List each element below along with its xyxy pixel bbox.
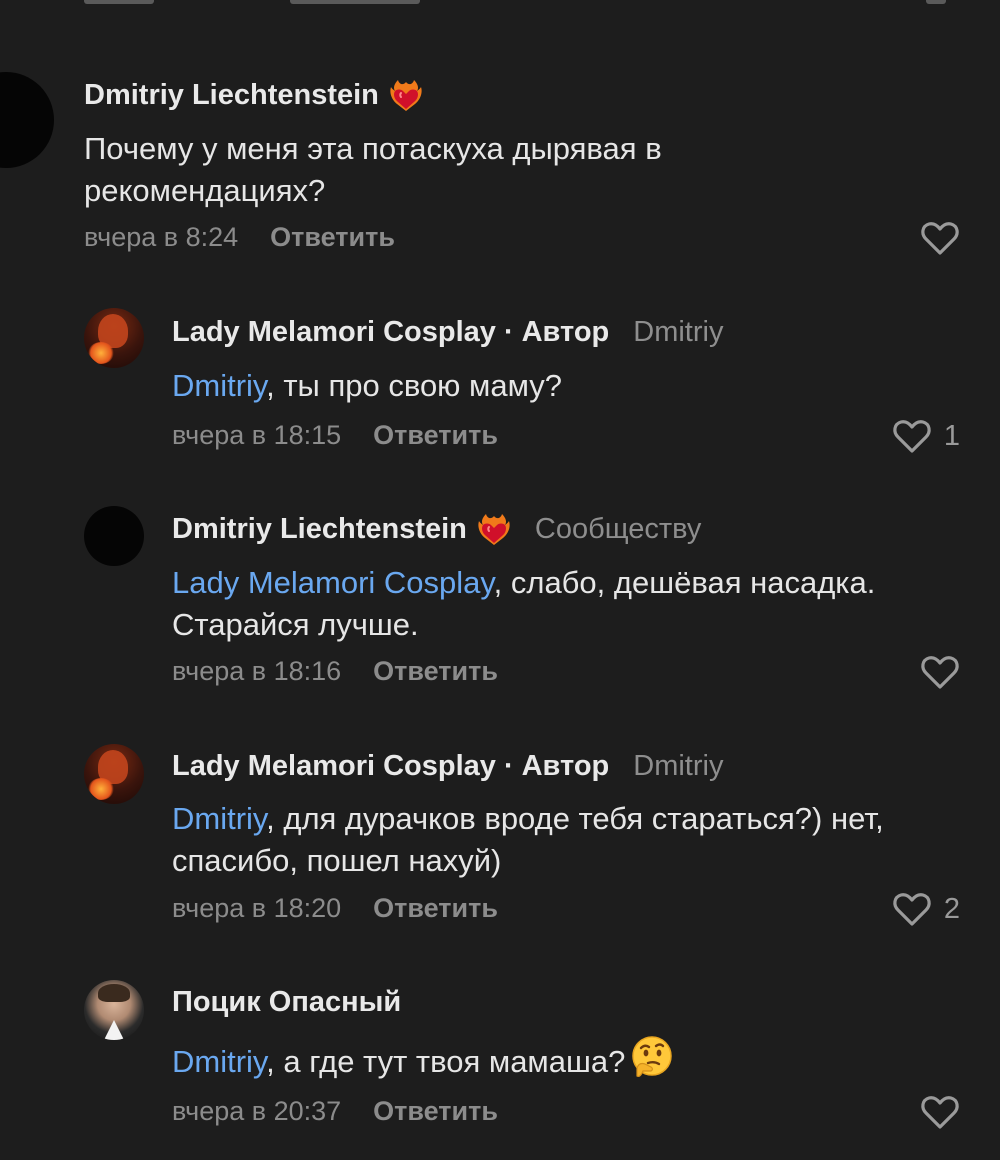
author-name[interactable]: Dmitriy Liechtenstein: [84, 79, 379, 112]
comment-meta: вчера в 20:37 Ответить: [172, 1096, 498, 1127]
like-count: 2: [943, 892, 960, 925]
heart-icon: [921, 222, 959, 255]
comment-meta: вчера в 18:16 Ответить: [172, 656, 498, 687]
author-name[interactable]: Поцик Опасный: [172, 986, 401, 1019]
heart-fire-icon: [478, 514, 510, 545]
reply-button[interactable]: Ответить: [373, 1096, 498, 1127]
reply-button[interactable]: Ответить: [270, 222, 395, 253]
thinking-face-icon: [632, 1036, 673, 1078]
heart-icon: [893, 893, 931, 926]
avatar[interactable]: [84, 980, 144, 1040]
comment-text: Dmitriy, а где тут твоя мамаша?: [172, 1034, 972, 1083]
comment-body: , ты про свою маму?: [266, 368, 563, 403]
previous-comment-cutoff: [0, 0, 1000, 6]
comment-header: Dmitriy Liechtenstein: [84, 78, 423, 112]
comment-body: , а где тут твоя мамаша?: [266, 1044, 626, 1079]
reply-to-name[interactable]: Dmitriy: [633, 750, 723, 783]
comment-header: Lady Melamori Cosplay · Автор Dmitriy: [172, 750, 723, 783]
separator: ·: [503, 316, 514, 348]
heart-fire-icon: [390, 80, 422, 111]
like-button[interactable]: 1: [892, 418, 960, 454]
comment-header: Dmitriy Liechtenstein Сообществу: [172, 512, 701, 546]
comment-meta: вчера в 18:15 Ответить: [172, 420, 498, 451]
avatar[interactable]: [84, 506, 144, 566]
comment-body: Старайся лучше.: [172, 607, 419, 642]
reply-button[interactable]: Ответить: [373, 893, 498, 924]
comment-meta: вчера в 8:24 Ответить: [84, 222, 395, 253]
heart-icon: [893, 420, 931, 453]
reply-to-name[interactable]: Сообществу: [535, 513, 702, 546]
reply-to-name[interactable]: Dmitriy: [633, 316, 723, 349]
reply-button[interactable]: Ответить: [373, 656, 498, 687]
heart-icon: [921, 1096, 959, 1129]
comment-header: Lady Melamori Cosplay · Автор Dmitriy: [172, 316, 723, 349]
comment-header: Поцик Опасный: [172, 986, 401, 1019]
comment-time: вчера в 18:20: [172, 893, 342, 923]
like-button[interactable]: 2: [892, 891, 960, 927]
mention-link[interactable]: Dmitriy: [172, 368, 266, 403]
author-role-badge: Автор: [521, 750, 610, 782]
separator: ·: [503, 750, 514, 782]
like-button[interactable]: [920, 1094, 960, 1130]
author-name[interactable]: Lady Melamori Cosplay: [172, 316, 496, 349]
comment-text: Lady Melamori Cosplay, слабо, дешёвая на…: [172, 562, 972, 646]
mention-link[interactable]: Lady Melamori Cosplay: [172, 565, 494, 600]
comment-text: Почему у меня эта потаскуха дырявая в ре…: [84, 131, 662, 208]
author-name[interactable]: Dmitriy Liechtenstein: [172, 513, 467, 546]
like-count: 1: [943, 419, 960, 452]
comment-body: , слабо, дешёвая насадка.: [493, 565, 876, 600]
heart-icon: [921, 656, 959, 689]
reply-button[interactable]: Ответить: [373, 420, 498, 451]
mention-link[interactable]: Dmitriy: [172, 1044, 266, 1079]
comment-time: вчера в 18:16: [172, 656, 342, 686]
like-button[interactable]: [920, 654, 960, 690]
avatar[interactable]: [84, 744, 144, 804]
avatar[interactable]: [0, 72, 54, 168]
comment-text: Dmitriy, для дурачков вроде тебя старать…: [172, 798, 972, 882]
like-button[interactable]: [920, 220, 960, 256]
avatar[interactable]: [84, 308, 144, 368]
comment-time: вчера в 20:37: [172, 1096, 342, 1126]
comment-text: Dmitriy, ты про свою маму?: [172, 365, 952, 407]
author-name[interactable]: Lady Melamori Cosplay: [172, 750, 496, 783]
author-role-badge: Автор: [521, 316, 610, 348]
comment-body: спасибо, пошел нахуй): [172, 843, 502, 878]
mention-link[interactable]: Dmitriy: [172, 801, 266, 836]
comment-body: , для дурачков вроде тебя стараться?) не…: [266, 801, 884, 836]
comment-meta: вчера в 18:20 Ответить: [172, 893, 498, 924]
comment-time: вчера в 18:15: [172, 420, 342, 450]
comment-time: вчера в 8:24: [84, 222, 239, 252]
